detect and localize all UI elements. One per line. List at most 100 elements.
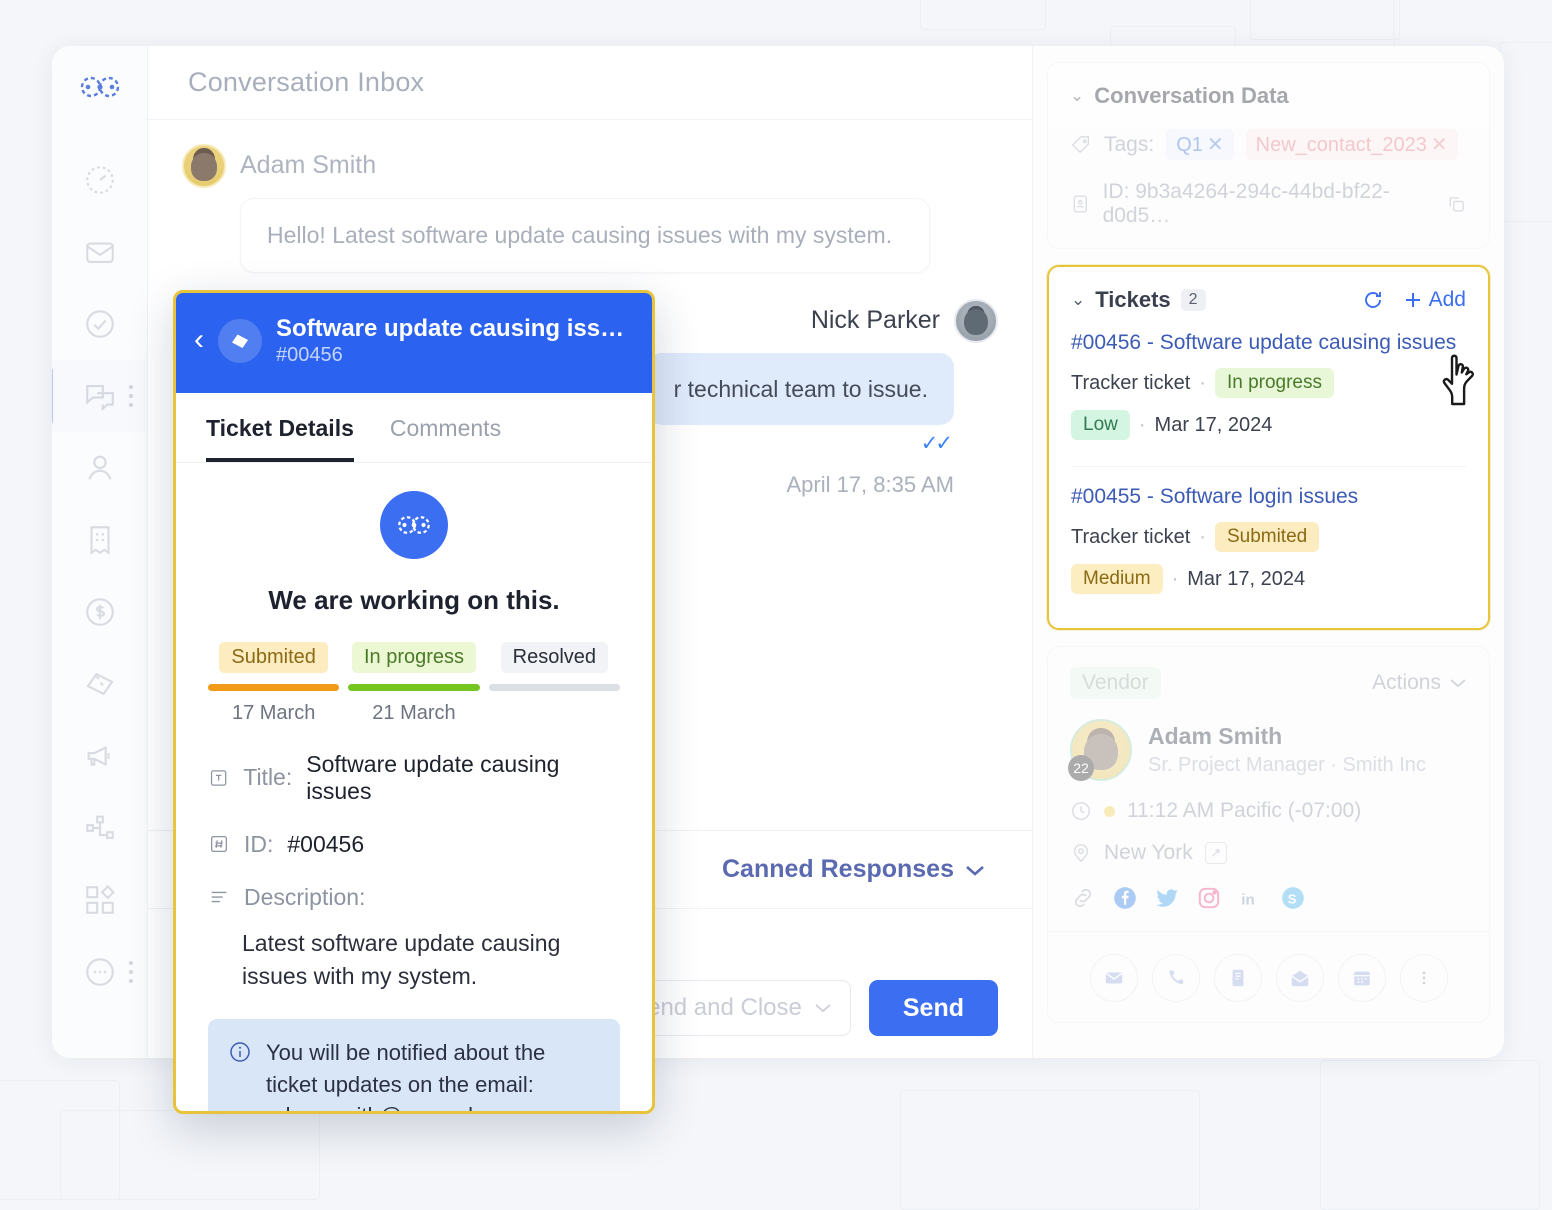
contact-location-row: New York ↗ bbox=[1070, 841, 1467, 865]
ticket-details-modal: ‹ Software update causing iss… #00456 Ti… bbox=[173, 290, 655, 1114]
progress-step: Submited 17 March bbox=[208, 642, 339, 725]
remove-tag-icon[interactable]: ✕ bbox=[1431, 134, 1448, 156]
app-logo-icon bbox=[80, 72, 120, 102]
modal-title-block: Software update causing iss… #00456 bbox=[276, 315, 624, 367]
sidebar-item-tasks[interactable] bbox=[52, 288, 147, 360]
ticket-icon bbox=[218, 319, 262, 363]
link-icon[interactable] bbox=[1070, 885, 1096, 911]
note-icon bbox=[1227, 967, 1249, 989]
progress-step-bar bbox=[208, 684, 339, 691]
tickets-title: Tickets bbox=[1095, 287, 1170, 313]
vendor-badge: Vendor bbox=[1070, 667, 1161, 699]
send-email-button[interactable] bbox=[1090, 954, 1138, 1002]
calendar-icon bbox=[1351, 967, 1373, 989]
sidebar-item-campaigns[interactable] bbox=[52, 720, 147, 792]
tag-chip[interactable]: New_contact_2023✕ bbox=[1246, 129, 1458, 160]
sidebar-item-conversations[interactable] bbox=[52, 360, 147, 432]
chevron-down-icon[interactable]: ⌄ bbox=[1071, 290, 1085, 310]
add-ticket-label: Add bbox=[1429, 288, 1466, 312]
contact-local-time: 11:12 AM Pacific (-07:00) bbox=[1127, 799, 1361, 823]
incoming-message: Adam Smith bbox=[182, 144, 998, 188]
facebook-icon[interactable] bbox=[1112, 885, 1138, 911]
description-label: Description: bbox=[244, 884, 365, 911]
ticket-icon bbox=[83, 667, 117, 701]
contact-location: New York bbox=[1104, 841, 1193, 865]
mail-open-button[interactable] bbox=[1276, 954, 1324, 1002]
chevron-down-icon[interactable]: ⌄ bbox=[1070, 86, 1084, 106]
phone-icon bbox=[1165, 967, 1187, 989]
note-button[interactable] bbox=[1214, 954, 1262, 1002]
tab-comments[interactable]: Comments bbox=[390, 415, 501, 462]
tags-row: Tags: Q1✕ New_contact_2023✕ bbox=[1070, 129, 1467, 160]
avatar: 22 bbox=[1070, 719, 1132, 781]
notice-email-link[interactable]: adam.smith@example.com bbox=[266, 1103, 533, 1111]
quick-actions bbox=[1070, 954, 1467, 1002]
twitter-icon[interactable] bbox=[1154, 885, 1180, 911]
tickets-card: ⌄ Tickets 2 Add #00456 - Software update… bbox=[1047, 265, 1490, 630]
flow-nodes-icon bbox=[83, 811, 117, 845]
shapes-grid-icon bbox=[83, 883, 117, 917]
sidebar-item-tickets[interactable] bbox=[52, 648, 147, 720]
send-and-close-button[interactable]: end and Close bbox=[628, 980, 851, 1036]
sidebar-item-deals[interactable] bbox=[52, 576, 147, 648]
tag-icon bbox=[1070, 134, 1092, 156]
calendar-button[interactable] bbox=[1338, 954, 1386, 1002]
title-field-icon bbox=[208, 767, 229, 789]
copy-icon[interactable] bbox=[1446, 193, 1467, 215]
status-progress: Submited 17 March In progress 21 March R… bbox=[208, 642, 620, 725]
page-title: Conversation Inbox bbox=[188, 67, 424, 98]
sidebar-item-dashboard[interactable] bbox=[52, 144, 147, 216]
linkedin-icon[interactable]: in bbox=[1238, 885, 1264, 911]
sidebar-item-email[interactable] bbox=[52, 216, 147, 288]
avatar bbox=[954, 299, 998, 343]
contact-identity: 22 Adam Smith Sr. Project Manager · Smit… bbox=[1070, 719, 1467, 781]
tag-chip[interactable]: Q1✕ bbox=[1166, 129, 1233, 160]
remove-tag-icon[interactable]: ✕ bbox=[1207, 134, 1224, 156]
progress-step-date: 21 March bbox=[372, 702, 455, 725]
canned-responses-button[interactable]: Canned Responses bbox=[722, 855, 986, 884]
conversation-data-header[interactable]: ⌄ Conversation Data bbox=[1070, 83, 1467, 109]
ticket-list-item[interactable]: #00456 - Software update causing issues … bbox=[1071, 313, 1466, 467]
ticket-title[interactable]: #00456 - Software update causing issues bbox=[1071, 331, 1466, 355]
sidebar-item-contacts[interactable] bbox=[52, 432, 147, 504]
ticket-title-row: Title: Software update causing issues bbox=[208, 751, 620, 805]
skype-icon[interactable]: S bbox=[1280, 885, 1306, 911]
progress-step: Resolved bbox=[489, 642, 620, 725]
refresh-icon[interactable] bbox=[1361, 288, 1385, 312]
conversation-id: ID: 9b3a4264-294c-44bd-bf22-d0d5… bbox=[1103, 180, 1435, 228]
app-logo[interactable] bbox=[52, 72, 147, 102]
instagram-icon[interactable] bbox=[1196, 885, 1222, 911]
status-dot bbox=[1104, 806, 1115, 817]
send-button[interactable]: Send bbox=[869, 980, 998, 1036]
progress-step-label: Submited bbox=[219, 642, 328, 673]
separator: · bbox=[1139, 414, 1146, 437]
more-actions-button[interactable] bbox=[1400, 954, 1448, 1002]
canned-responses-label: Canned Responses bbox=[722, 855, 954, 884]
contact-name: Adam Smith bbox=[1148, 723, 1426, 750]
contact-actions-button[interactable]: Actions bbox=[1372, 671, 1467, 695]
sidebar-item-menu[interactable] bbox=[129, 385, 133, 407]
call-button[interactable] bbox=[1152, 954, 1200, 1002]
progress-step-label: In progress bbox=[352, 642, 476, 673]
chat-bubbles-icon bbox=[83, 379, 117, 413]
ticket-priority-badge: Medium bbox=[1071, 564, 1163, 594]
sidebar-item-more[interactable] bbox=[52, 936, 147, 1008]
avatar-count-badge: 22 bbox=[1068, 755, 1094, 781]
ticket-title[interactable]: #00455 - Software login issues bbox=[1071, 485, 1466, 509]
sidebar-item-automation[interactable] bbox=[52, 792, 147, 864]
sidebar-item-apps[interactable] bbox=[52, 864, 147, 936]
back-chevron-icon[interactable]: ‹ bbox=[194, 315, 204, 355]
contact-actions-label: Actions bbox=[1372, 671, 1441, 695]
add-ticket-button[interactable]: Add bbox=[1403, 288, 1466, 312]
description-field-icon bbox=[208, 886, 230, 908]
open-external-icon[interactable]: ↗ bbox=[1205, 842, 1227, 864]
incoming-sender-name: Adam Smith bbox=[240, 144, 376, 180]
sidebar-rail bbox=[52, 46, 148, 1058]
sidebar-item-reports[interactable] bbox=[52, 504, 147, 576]
svg-text:in: in bbox=[1241, 892, 1254, 909]
ticket-date: Mar 17, 2024 bbox=[1187, 568, 1305, 591]
ticket-list-item[interactable]: #00455 - Software login issues Tracker t… bbox=[1071, 467, 1466, 608]
contact-card: Vendor Actions 22 Adam Smith Sr. Project… bbox=[1047, 646, 1490, 1023]
sidebar-more-menu[interactable] bbox=[129, 961, 133, 983]
tab-ticket-details[interactable]: Ticket Details bbox=[206, 415, 354, 462]
